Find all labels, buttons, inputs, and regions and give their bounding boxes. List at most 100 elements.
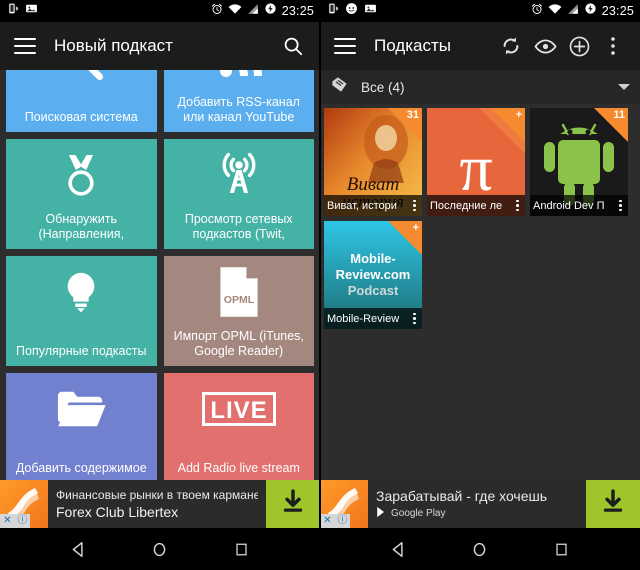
chevron-down-icon[interactable] — [618, 84, 630, 90]
podcast-grid-scroll[interactable]: Виват история 31 Виват, истори — [320, 104, 640, 528]
tile-label: Популярные подкасты — [16, 344, 147, 358]
left-phone-screenshot: 23:25 Новый подкаст Поисковая система До… — [0, 0, 320, 528]
podcast-card-footer: Android Dev П — [530, 195, 628, 216]
badge-count: 31 — [406, 109, 419, 121]
unread-count-badge: 11 — [594, 108, 628, 142]
live-icon: LIVE — [164, 373, 315, 445]
download-icon — [280, 488, 306, 520]
nav-buttons-left — [0, 528, 320, 570]
image-icon — [25, 2, 38, 20]
tile-import-opml[interactable]: OPML Импорт OPML (iTunes, Google Reader) — [163, 256, 314, 366]
ad-text: Финансовые рынки в твоем кармане! Forex … — [48, 480, 266, 528]
ad-headline: Финансовые рынки в твоем кармане! — [56, 488, 258, 502]
navigation-bar — [0, 528, 640, 570]
menu-icon[interactable] — [334, 38, 356, 54]
vibrate-icon — [326, 2, 339, 20]
badge-count: + — [515, 109, 522, 121]
nav-buttons-right — [320, 528, 640, 570]
badge-count: + — [412, 222, 419, 234]
podcast-card-footer: Mobile-Review — [324, 308, 422, 329]
status-icons-right: 23:25 — [531, 2, 634, 20]
image-icon — [364, 2, 377, 20]
search-icon[interactable] — [276, 29, 310, 63]
antenna-icon — [164, 139, 315, 211]
page-title: Новый подкаст — [54, 36, 173, 55]
ad-banner-right[interactable]: ✕ ⓘ Зарабатывай - где хочешь Google Play — [320, 480, 640, 528]
ad-banner-left[interactable]: ✕ ⓘ Финансовые рынки в твоем кармане! Fo… — [0, 480, 320, 528]
ad-badges: ✕ ⓘ — [320, 514, 350, 528]
status-icons-left — [326, 2, 377, 20]
alarm-icon — [531, 2, 543, 20]
podcast-title: Последние ле — [430, 199, 503, 212]
podcast-card[interactable]: Виват история 31 Виват, истори — [324, 108, 422, 216]
tile-add-content[interactable]: Добавить содержимое — [6, 373, 157, 483]
podcast-card[interactable]: 11 Android Dev П — [530, 108, 628, 216]
rss-icon — [164, 70, 315, 94]
tile-add-rss[interactable]: Добавить RSS-канал или канал YouTube — [163, 70, 315, 132]
ad-close-icon[interactable]: ✕ — [0, 514, 15, 528]
podcast-card-footer: Последние ле — [427, 195, 525, 216]
wifi-icon — [548, 2, 562, 20]
tile-popular-podcasts[interactable]: Популярные подкасты — [6, 256, 157, 366]
lightbulb-icon — [6, 256, 157, 328]
status-bar-left: 23:25 — [0, 0, 320, 22]
card-overflow-icon[interactable] — [616, 199, 625, 212]
status-time: 23:25 — [601, 4, 634, 18]
download-icon — [600, 488, 626, 520]
tile-label: Добавить содержимое — [15, 461, 147, 475]
tile-add-radio-live-stream[interactable]: LIVE Add Radio live stream — [163, 373, 315, 483]
tile-label: Добавить RSS-канал или канал YouTube — [177, 95, 300, 124]
add-badge: + — [388, 221, 422, 255]
tile-label: Обнаружить (Направления, новинки, — [38, 212, 125, 241]
add-icon[interactable] — [562, 29, 596, 63]
tile-label: Поисковая система — [24, 110, 138, 124]
svg-text:Review.com: Review.com — [336, 267, 411, 282]
recent-apps-icon[interactable] — [548, 536, 574, 562]
podcast-card[interactable]: Mobile- Review.com Podcast + Mobile-Revi… — [324, 221, 422, 329]
ad-advertiser: Forex Club Libertex — [56, 504, 179, 520]
tile-grid-scroll[interactable]: Поисковая система Добавить RSS-канал или… — [0, 70, 320, 528]
podcast-filter-spinner[interactable]: Все (4) — [320, 70, 640, 104]
refresh-icon[interactable] — [494, 29, 528, 63]
home-icon[interactable] — [467, 536, 493, 562]
overflow-menu-icon[interactable] — [596, 29, 630, 63]
podcast-card-footer: Виват, истори — [324, 195, 422, 216]
visibility-eye-icon[interactable] — [528, 29, 562, 63]
tile-network-podcasts[interactable]: Просмотр сетевых подкастов (Twit, — [163, 139, 315, 249]
status-bar-right: 23:25 — [320, 0, 640, 22]
ad-store-label: Google Play — [391, 507, 446, 519]
back-icon[interactable] — [386, 536, 412, 562]
ad-info-icon[interactable]: ⓘ — [15, 514, 30, 528]
menu-icon[interactable] — [14, 38, 36, 54]
recent-apps-icon[interactable] — [228, 536, 254, 562]
action-bar-left: Новый подкаст — [0, 22, 320, 70]
tile-search-engine[interactable]: Поисковая система — [6, 70, 157, 132]
tag-icon — [330, 75, 349, 99]
add-badge: + — [491, 108, 525, 142]
status-icons-right: 23:25 — [211, 2, 314, 20]
status-icons-left — [6, 2, 38, 20]
advertiser-logo: ✕ ⓘ — [0, 480, 48, 528]
card-overflow-icon[interactable] — [410, 312, 419, 325]
vibrate-icon — [6, 2, 19, 20]
screen: 23:25 Новый подкаст Поисковая система До… — [0, 0, 640, 570]
svg-text:OPML: OPML — [224, 294, 255, 306]
podcast-title: Виват, истори — [327, 199, 397, 212]
podcast-card[interactable]: π + Последние ле — [427, 108, 525, 216]
ad-text: Зарабатывай - где хочешь Google Play — [368, 480, 586, 528]
card-overflow-icon[interactable] — [410, 199, 419, 212]
tile-label: Импорт OPML (iTunes, Google Reader) — [173, 329, 304, 358]
tile-label: Add Radio live stream — [177, 461, 300, 475]
tile-discover[interactable]: Обнаружить (Направления, новинки, — [6, 139, 157, 249]
ad-download-button[interactable] — [266, 480, 320, 528]
signal-icon — [247, 2, 259, 20]
ad-info-icon[interactable]: ⓘ — [335, 514, 350, 528]
ad-download-button[interactable] — [586, 480, 640, 528]
card-overflow-icon[interactable] — [513, 199, 522, 212]
podcast-title: Android Dev П — [533, 199, 605, 212]
home-icon[interactable] — [147, 536, 173, 562]
panel-divider — [319, 0, 321, 528]
magnifier-icon — [6, 70, 157, 94]
back-icon[interactable] — [66, 536, 92, 562]
ad-close-icon[interactable]: ✕ — [320, 514, 335, 528]
